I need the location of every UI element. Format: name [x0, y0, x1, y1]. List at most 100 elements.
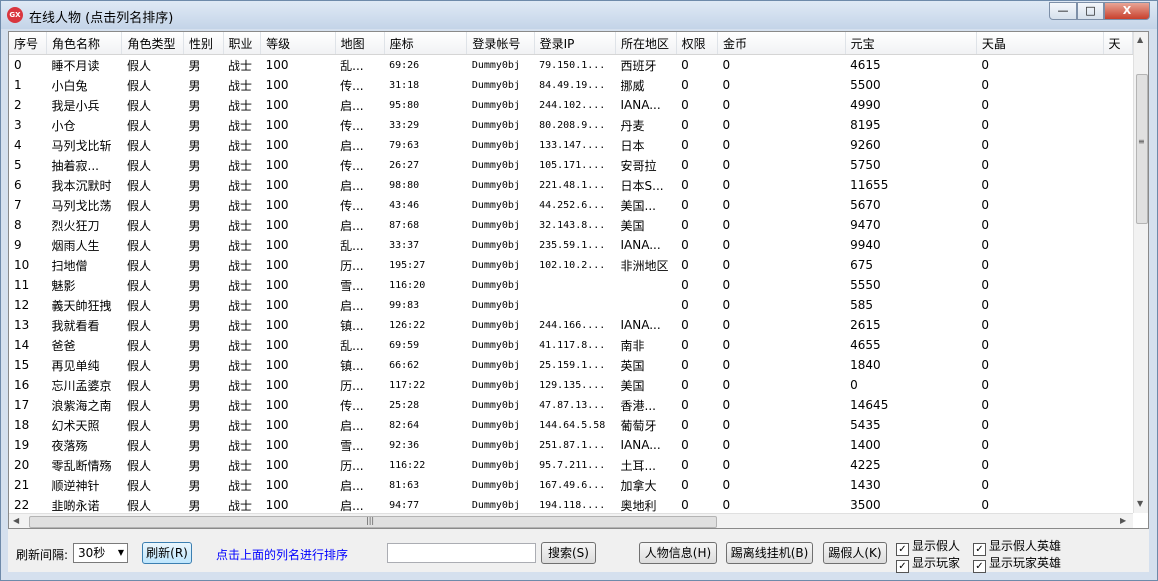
table-cell: 98:80	[389, 179, 420, 191]
table-cell: 11	[14, 278, 30, 292]
table-cell: 0	[722, 158, 731, 172]
table-row[interactable]: 1 小白兔 假人 男 战士 100 传... 31:18 Dummy0bj 84.49.19...…	[9, 75, 1133, 95]
kick-offline-button[interactable]: 踢离线挂机(B)	[726, 542, 813, 564]
column-header[interactable]: 角色类型	[121, 32, 185, 55]
table-cell: 假人	[126, 358, 151, 373]
scroll-down-arrow-icon[interactable]: ▼	[1137, 499, 1143, 508]
search-input[interactable]	[387, 543, 536, 563]
table-cell: 战士	[228, 318, 253, 333]
table-row[interactable]: 10 扫地僧 假人 男 战士 100 历... 195:27 Dummy0bj 102.10.2.…	[9, 255, 1133, 275]
table-cell: 0	[981, 338, 989, 352]
column-header[interactable]: 天	[1103, 32, 1133, 55]
column-header[interactable]: 登录IP	[534, 32, 617, 55]
table-row[interactable]: 2 我是小兵 假人 男 战士 100 启... 95:80 Dummy0bj 244.102...…	[9, 95, 1133, 115]
table-cell: 传...	[340, 398, 364, 413]
table-row[interactable]: 6 我本沉默时 假人 男 战士 100 启... 98:80 Dummy0bj 221.48.1.…	[9, 175, 1133, 195]
minimize-button[interactable]: —	[1049, 2, 1077, 20]
table-cell: 启...	[340, 478, 364, 493]
horizontal-scroll-thumb[interactable]: |||	[29, 516, 717, 528]
title-bar[interactable]: GX 在线人物 (点击列名排序) — □ X	[1, 1, 1157, 29]
table-cell: 战士	[228, 118, 253, 133]
table-row[interactable]: 9 烟雨人生 假人 男 战士 100 乱... 33:37 Dummy0bj 235.59.1..…	[9, 235, 1133, 255]
table-cell-spacer	[1103, 355, 1132, 375]
table-cell-spacer	[1103, 135, 1132, 155]
table-cell: 传...	[340, 78, 364, 93]
table-cell: 100	[265, 498, 289, 512]
table-row[interactable]: 14 爸爸 假人 男 战士 100 乱... 69:59 Dummy0bj 41.117.8...…	[9, 335, 1133, 355]
scroll-right-arrow-icon[interactable]: ▶	[1120, 516, 1126, 525]
character-info-button[interactable]: 人物信息(H)	[639, 542, 717, 564]
table-row[interactable]: 3 小仓 假人 男 战士 100 传... 33:29 Dummy0bj 80.208.9... 丹…	[9, 115, 1133, 135]
horizontal-scrollbar[interactable]: ◀ ||| ▶	[9, 513, 1133, 528]
table-cell: 抽着寂...	[51, 158, 99, 173]
table-cell: 100	[265, 138, 289, 152]
table-row[interactable]: 12 義天帥狂拽 假人 男 战士 100 启... 99:83 Dummy0bj 0 0 585 0	[9, 295, 1133, 315]
table-row[interactable]: 7 马列戈比荡 假人 男 战士 100 传... 43:46 Dummy0bj 44.252.6.…	[9, 195, 1133, 215]
table-row[interactable]: 16 忘川孟婆京 假人 男 战士 100 历... 117:22 Dummy0bj 129.135…	[9, 375, 1133, 395]
column-header[interactable]: 元宝	[845, 32, 977, 55]
table-cell: Dummy0bj	[471, 59, 520, 71]
table-row[interactable]: 18 幻术天照 假人 男 战士 100 启... 82:64 Dummy0bj 144.64.5.…	[9, 415, 1133, 435]
column-header[interactable]: 权限	[676, 32, 719, 55]
vertical-scrollbar[interactable]: ▲ ≡ ▼	[1133, 32, 1148, 513]
table-row[interactable]: 13 我就看看 假人 男 战士 100 镇... 126:22 Dummy0bj 244.166.…	[9, 315, 1133, 335]
table-row[interactable]: 17 浪紫海之南 假人 男 战士 100 传... 25:28 Dummy0bj 47.87.13…	[9, 395, 1133, 415]
column-header[interactable]: 座标	[384, 32, 468, 55]
table-cell: 0	[981, 438, 989, 452]
table-row[interactable]: 8 烈火狂刀 假人 男 战士 100 启... 87:68 Dummy0bj 32.143.8..…	[9, 215, 1133, 235]
column-header[interactable]: 所在地区	[615, 32, 677, 55]
table-cell: 4225	[850, 458, 881, 472]
control-bar: 刷新间隔: 30秒 ▼ 刷新(R) 点击上面的列名进行排序 搜索(S) 人物信息…	[8, 531, 1149, 573]
maximize-button[interactable]: □	[1077, 2, 1104, 20]
table-cell: 睡不月读	[51, 58, 100, 73]
table-cell: 0	[722, 298, 731, 312]
table-cell: 雪...	[340, 278, 364, 293]
table-row[interactable]: 4 马列戈比斩 假人 男 战士 100 启... 79:63 Dummy0bj 133.147..…	[9, 135, 1133, 155]
table-cell: 传...	[340, 158, 364, 173]
table-cell: 英国	[620, 358, 645, 373]
table-row[interactable]: 20 零乱断情殇 假人 男 战士 100 历... 116:22 Dummy0bj 95.7.21…	[9, 455, 1133, 475]
table-row[interactable]: 11 魅影 假人 男 战士 100 雪... 116:20 Dummy0bj 0 0 5550 0	[9, 275, 1133, 295]
table-cell: 0	[981, 58, 989, 72]
table-cell: 0	[722, 98, 731, 112]
table-cell: 战士	[228, 458, 253, 473]
table-row[interactable]: 22 韭啲永诺 假人 男 战士 100 启... 94:77 Dummy0bj 194.118..…	[9, 495, 1133, 513]
vertical-scroll-thumb[interactable]: ≡	[1136, 74, 1148, 224]
table-cell: 167.49.6...	[539, 479, 606, 491]
close-button[interactable]: X	[1104, 2, 1150, 20]
table-cell: 0	[681, 258, 689, 272]
column-header[interactable]: 天晶	[976, 32, 1104, 55]
table-row[interactable]: 15 再见单纯 假人 男 战士 100 镇... 66:62 Dummy0bj 25.159.1.…	[9, 355, 1133, 375]
table-row[interactable]: 21 顺逆神针 假人 男 战士 100 启... 81:63 Dummy0bj 167.49.6.…	[9, 475, 1133, 495]
table-cell: 0	[681, 218, 689, 232]
grip-icon: |||	[366, 516, 375, 525]
search-button[interactable]: 搜索(S)	[541, 542, 596, 564]
table-cell: 战士	[228, 438, 253, 453]
column-header[interactable]: 角色名称	[46, 32, 123, 55]
column-header[interactable]: 地图	[335, 32, 385, 55]
table-cell: Dummy0bj	[471, 119, 520, 131]
scroll-left-arrow-icon[interactable]: ◀	[13, 516, 19, 525]
column-header[interactable]: 性别	[183, 32, 224, 55]
column-header[interactable]: 金币	[717, 32, 846, 55]
table-cell: 0	[850, 378, 858, 392]
scroll-up-arrow-icon[interactable]: ▲	[1137, 35, 1143, 44]
table-row[interactable]: 19 夜落殇 假人 男 战士 100 雪... 92:36 Dummy0bj 251.87.1..…	[9, 435, 1133, 455]
refresh-button[interactable]: 刷新(R)	[142, 542, 192, 564]
column-header[interactable]: 等级	[260, 32, 336, 55]
refresh-interval-select[interactable]: 30秒 ▼	[73, 543, 128, 563]
table-row[interactable]: 0 睡不月读 假人 男 战士 100 乱... 69:26 Dummy0bj 79.150.1..…	[9, 55, 1133, 76]
column-header[interactable]: 职业	[223, 32, 262, 55]
table-cell: 100	[265, 158, 289, 172]
table-cell: 启...	[340, 218, 364, 233]
table-cell-spacer	[1103, 275, 1132, 295]
column-header[interactable]: 序号	[9, 32, 48, 55]
column-header[interactable]: 登录帐号	[466, 32, 535, 55]
kick-dummy-button[interactable]: 踢假人(K)	[823, 542, 887, 564]
table-cell: 32.143.8...	[539, 219, 606, 231]
table-cell: 雪...	[340, 438, 364, 453]
table-row[interactable]: 5 抽着寂... 假人 男 战士 100 传... 26:27 Dummy0bj 105.171.…	[9, 155, 1133, 175]
table-cell-spacer	[1103, 115, 1132, 135]
show-player-hero-checkbox[interactable]: ✓ 显示玩家英雄	[973, 554, 1061, 573]
show-players-checkbox[interactable]: ✓ 显示玩家	[896, 554, 960, 573]
